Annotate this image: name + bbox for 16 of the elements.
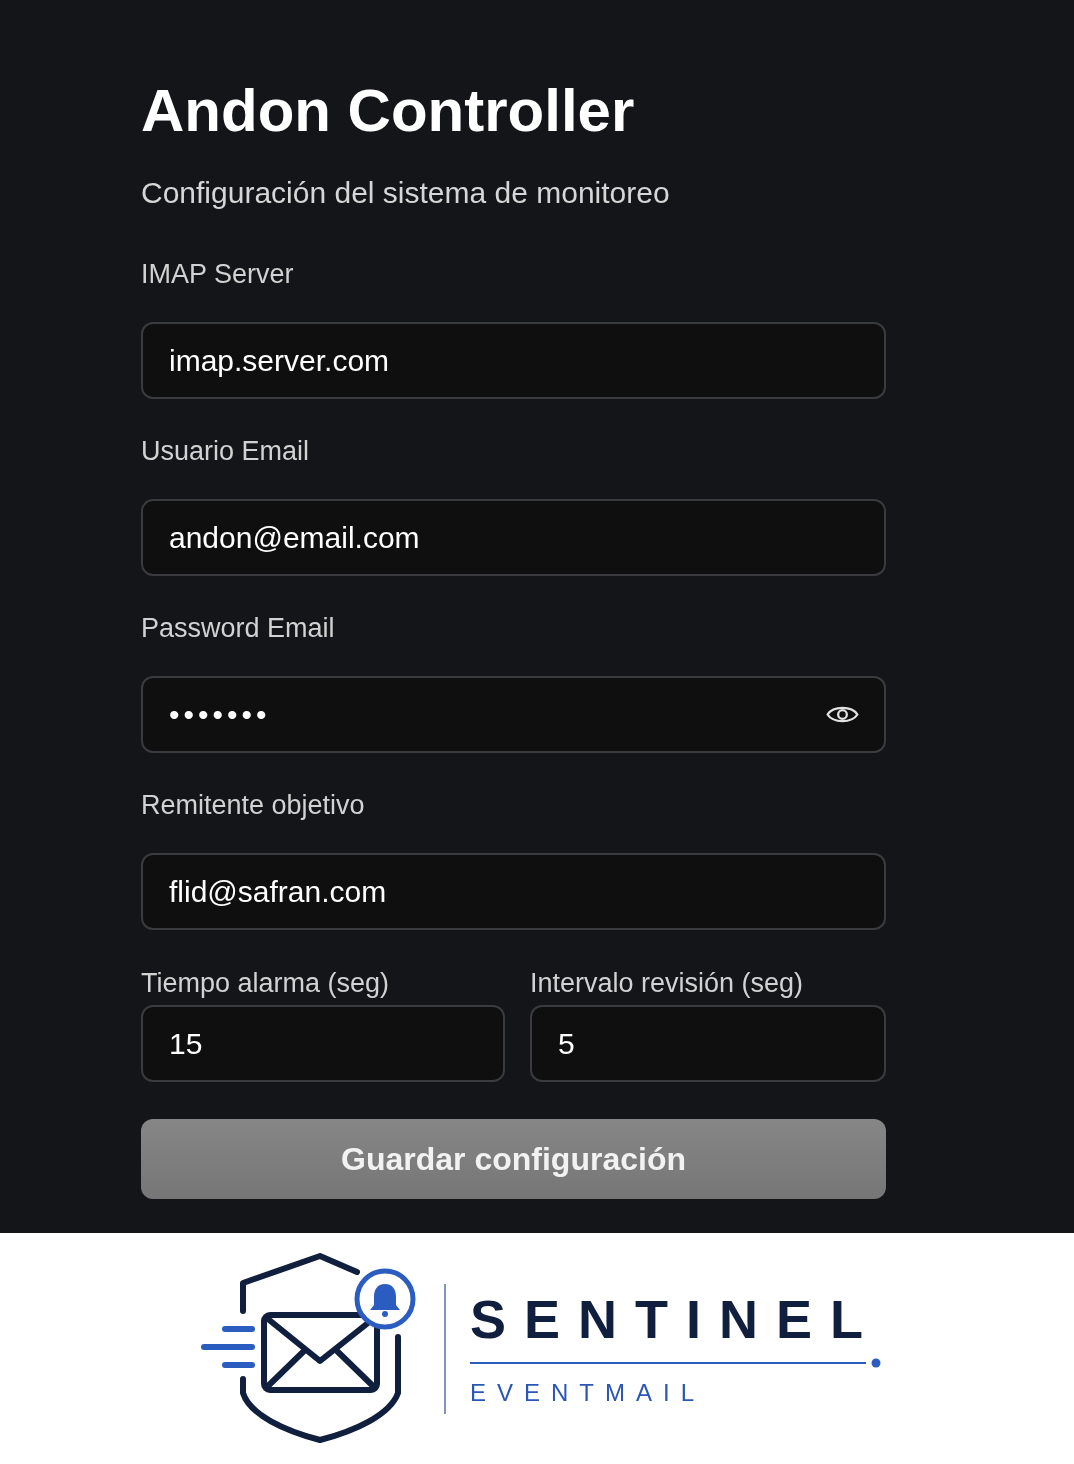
field-label: IMAP Server (141, 258, 294, 290)
text-input[interactable]: andon@email.com (141, 499, 886, 576)
text-input[interactable]: flid@safran.com (141, 853, 886, 930)
field-label: Password Email (141, 612, 335, 644)
number-input[interactable]: 5 (530, 1005, 886, 1082)
text-input[interactable]: imap.server.com (141, 322, 886, 399)
field-label: Usuario Email (141, 435, 310, 467)
field-label: Tiempo alarma (seg) (141, 967, 390, 999)
password-input[interactable]: ••••••• (141, 676, 886, 753)
field-label: Intervalo revisión (seg) (530, 967, 804, 999)
app-title: Andon Controller (141, 76, 635, 146)
subtitle: Configuración del sistema de monitoreo (141, 176, 670, 210)
logo-wordmark: SENTINEL (470, 1291, 882, 1346)
logo-tagline: EVENTMAIL (470, 1379, 706, 1406)
field-label: Remitente objetivo (141, 789, 365, 821)
number-input[interactable]: 15 (141, 1005, 505, 1082)
